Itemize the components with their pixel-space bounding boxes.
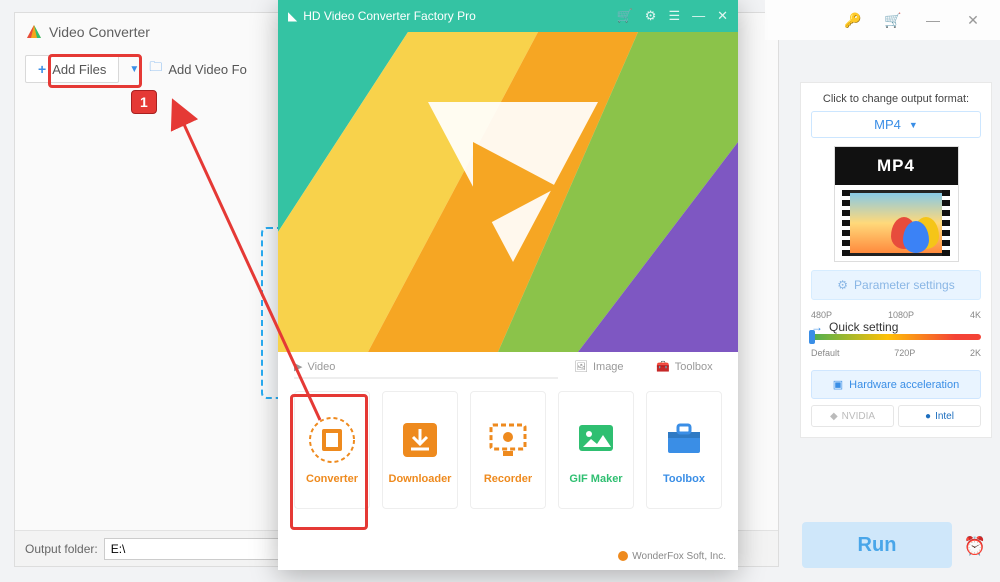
toolbox-card[interactable]: Toolbox (646, 391, 722, 509)
close-icon[interactable]: ✕ (717, 8, 728, 24)
output-side-panel: Click to change output format: MP4 ▼ MP4… (800, 82, 992, 438)
section-toolbox: 🧰Toolbox (656, 360, 722, 379)
plus-icon: + (38, 61, 46, 77)
mp4-badge: MP4 (835, 147, 958, 185)
sliders-icon: ⚙ (837, 278, 848, 292)
folder-icon: 🗀 (149, 58, 162, 80)
nvidia-icon: ◆ (830, 411, 838, 422)
add-files-dropdown-icon[interactable]: ▼ (129, 64, 139, 75)
footer-text: WonderFox Soft, Inc. (632, 551, 726, 562)
intel-icon: ● (925, 411, 931, 422)
converter-icon (307, 415, 357, 465)
nvidia-chip[interactable]: ◆NVIDIA (811, 405, 894, 427)
downloader-icon (395, 415, 445, 465)
chip-icon: ▣ (833, 378, 843, 391)
section-video: ▶Video (294, 360, 558, 379)
add-video-folder-button[interactable]: 🗀 Add Video Fo (149, 58, 247, 80)
converter-card[interactable]: Converter (294, 391, 370, 509)
launcher-title-icons: 🛒 ⚙ ☰ — ✕ (617, 8, 728, 24)
format-thumbnail (842, 190, 950, 256)
downloader-label: Downloader (389, 473, 452, 485)
toolbox-label: Toolbox (663, 473, 705, 485)
gifmaker-label: GIF Maker (569, 473, 622, 485)
cart-icon[interactable]: 🛒 (617, 8, 633, 24)
key-icon[interactable]: 🔑 (836, 6, 870, 34)
parameter-settings-button[interactable]: ⚙ Parameter settings (811, 270, 981, 300)
add-folder-label: Add Video Fo (168, 62, 247, 77)
image-icon: 🖼 (574, 360, 588, 373)
window-title: Video Converter (49, 24, 150, 40)
toolbox-icon: 🧰 (656, 360, 670, 373)
launcher-window: ◣ HD Video Converter Factory Pro 🛒 ⚙ ☰ —… (278, 0, 738, 570)
run-button[interactable]: Run (802, 522, 952, 568)
gear-icon[interactable]: ⚙ (645, 8, 657, 24)
launcher-cards: Converter Downloader Recorder GIF Maker … (278, 379, 738, 521)
slider-ticks-top: 480P1080P4K (811, 310, 981, 320)
app-logo-icon (25, 23, 43, 41)
schedule-button[interactable]: ⏰ (958, 526, 992, 566)
minimize-icon[interactable]: — (692, 8, 705, 24)
close-icon[interactable]: ✕ (956, 6, 990, 34)
launcher-section-tabs: ▶Video 🖼Image 🧰Toolbox (278, 352, 738, 379)
gpu-chips: ◆NVIDIA ●Intel (811, 405, 981, 427)
parameter-settings-label: Parameter settings (854, 278, 955, 292)
list-icon[interactable]: ☰ (668, 8, 680, 24)
add-files-label: Add Files (52, 62, 106, 77)
add-files-button[interactable]: + Add Files (25, 55, 119, 83)
output-folder-input[interactable] (104, 538, 284, 560)
recorder-card[interactable]: Recorder (470, 391, 546, 509)
intel-chip[interactable]: ●Intel (898, 405, 981, 427)
gifmaker-card[interactable]: GIF Maker (558, 391, 634, 509)
hardware-acceleration-button[interactable]: ▣ Hardware acceleration (811, 370, 981, 399)
gifmaker-icon (571, 415, 621, 465)
launcher-footer: WonderFox Soft, Inc. (278, 542, 738, 570)
cart-icon[interactable]: 🛒 (876, 6, 910, 34)
launcher-titlebar: ◣ HD Video Converter Factory Pro 🛒 ⚙ ☰ —… (278, 0, 738, 32)
quality-slider[interactable] (811, 334, 981, 340)
quick-setting-label: → Quick setting (811, 320, 981, 334)
slider-thumb[interactable] (809, 330, 815, 344)
wonderfox-logo-icon (618, 551, 628, 561)
minimize-icon[interactable]: — (916, 6, 950, 34)
recorder-icon (483, 415, 533, 465)
launcher-logo-icon: ◣ (288, 9, 297, 23)
section-image: 🖼Image (574, 360, 640, 379)
downloader-card[interactable]: Downloader (382, 391, 458, 509)
system-buttons: 🔑 🛒 — ✕ (765, 0, 1000, 40)
output-format-button[interactable]: MP4 ▼ (811, 111, 981, 138)
format-preview-card[interactable]: MP4 (834, 146, 959, 262)
chevron-down-icon: ▼ (909, 120, 918, 130)
slider-ticks-bottom: Default720P2K (811, 348, 981, 358)
recorder-label: Recorder (484, 473, 532, 485)
hardware-label: Hardware acceleration (849, 379, 959, 391)
toolbox-tool-icon (659, 415, 709, 465)
output-format-label: MP4 (874, 117, 901, 132)
converter-label: Converter (306, 473, 358, 485)
launcher-title: HD Video Converter Factory Pro (303, 9, 616, 23)
output-folder-label: Output folder: (25, 542, 98, 556)
video-icon: ▶ (294, 360, 302, 373)
launcher-hero (278, 32, 738, 352)
output-format-hint: Click to change output format: (811, 93, 981, 105)
